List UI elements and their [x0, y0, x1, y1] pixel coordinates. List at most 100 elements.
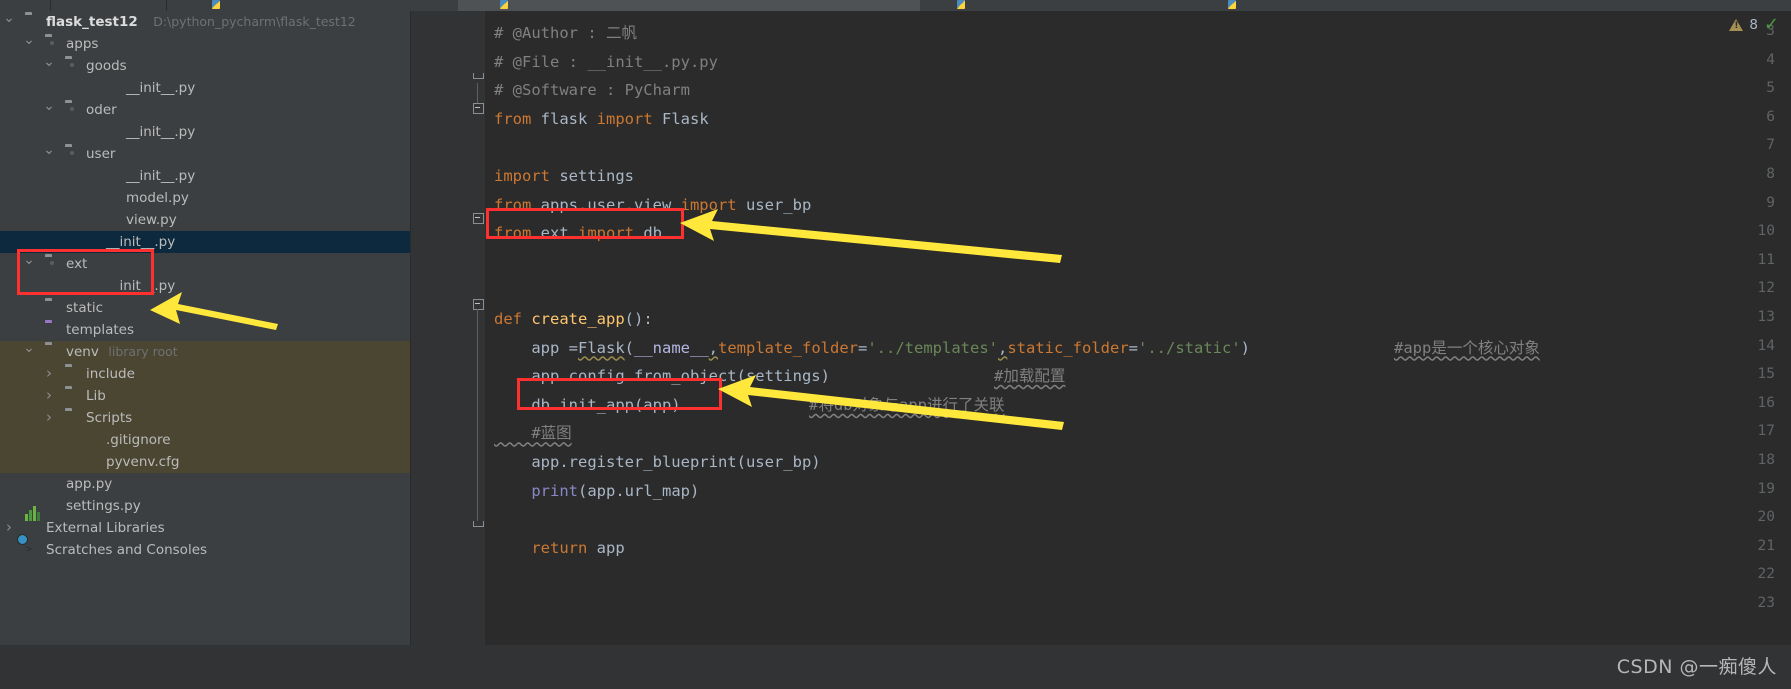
- editor-tab-strip: [0, 0, 1791, 13]
- python-file-icon: [957, 0, 965, 9]
- inspection-widget[interactable]: 8 ✓: [1729, 14, 1779, 35]
- tree-item--init-py[interactable]: __init__.py: [0, 165, 410, 187]
- tree-item-label: view.py: [126, 212, 177, 228]
- code-line[interactable]: # @Author : 二帆: [494, 23, 637, 43]
- tree-item-oder[interactable]: ⌄ oder: [0, 98, 410, 121]
- code-line[interactable]: from apps.user.view import user_bp: [494, 195, 811, 215]
- code-line[interactable]: app.register_blueprint(user_bp): [494, 452, 820, 472]
- tree-item-sublabel: library root: [108, 344, 178, 359]
- code-line[interactable]: print(app.url_map): [494, 481, 699, 501]
- tree-item-ext[interactable]: ⌄ ext: [0, 252, 410, 275]
- code-line[interactable]: return app: [494, 538, 625, 558]
- tree-item-include[interactable]: › include: [0, 363, 410, 385]
- tree-item-label: __init__.py: [126, 124, 196, 140]
- code-token: =: [858, 338, 868, 357]
- line-number: 13: [1757, 309, 1775, 325]
- tree-item-scripts[interactable]: › Scripts: [0, 407, 410, 429]
- fold-marker-end-icon[interactable]: [473, 73, 484, 79]
- chevron-down-icon[interactable]: ⌄: [22, 249, 36, 271]
- trailing-comment: #将db对象与app进行了关联: [809, 395, 1005, 414]
- tree-item-model-py[interactable]: model.py: [0, 187, 410, 209]
- chevron-down-icon[interactable]: ⌄: [42, 95, 56, 117]
- python-file-icon: [500, 0, 508, 9]
- tree-item-label: ext: [66, 256, 88, 272]
- code-line[interactable]: #蓝图: [494, 423, 572, 443]
- line-number: 11: [1757, 251, 1775, 268]
- tree-item-label: goods: [86, 58, 127, 74]
- code-token: template_folder: [718, 338, 858, 357]
- chevron-down-icon[interactable]: ⌄: [22, 337, 36, 359]
- chevron-right-icon[interactable]: ›: [2, 516, 16, 538]
- fold-marker-end-icon[interactable]: [473, 521, 484, 527]
- tree-item--init-py[interactable]: __init__.py: [0, 121, 410, 143]
- tree-item-label: oder: [86, 102, 117, 118]
- tree-item-scratches-and-consoles[interactable]: Scratches and Consoles: [0, 539, 410, 561]
- code-token: (: [624, 338, 635, 357]
- line-number: 6: [1766, 108, 1775, 125]
- code-line[interactable]: # @File : __init__.py.py: [494, 52, 718, 72]
- tree-item-label: apps: [66, 36, 99, 52]
- tree-item-pyvenv-cfg[interactable]: pyvenv.cfg: [0, 451, 410, 473]
- code-token: '../static': [1138, 338, 1241, 357]
- code-token: app: [587, 538, 625, 557]
- code-token: =: [1128, 338, 1139, 357]
- tree-item-external-libraries[interactable]: › External Libraries: [0, 506, 410, 539]
- chevron-down-icon[interactable]: ⌄: [42, 139, 56, 161]
- line-number: 17: [1757, 423, 1775, 440]
- chevron-down-icon[interactable]: ⌄: [2, 11, 16, 29]
- code-line[interactable]: # @Software : PyCharm: [494, 80, 690, 100]
- code-token: db.init_app(app): [494, 395, 681, 414]
- chevron-right-icon[interactable]: ›: [42, 384, 56, 406]
- code-folding-column[interactable]: [471, 11, 484, 689]
- fold-marker-collapse-icon[interactable]: [473, 213, 484, 224]
- tree-item-goods[interactable]: ⌄ goods: [0, 54, 410, 77]
- code-token: flask: [531, 109, 597, 128]
- code-token: import: [578, 224, 634, 243]
- code-line[interactable]: from flask import Flask: [494, 109, 709, 129]
- tree-item-label: __init__.py: [126, 168, 196, 184]
- code-line[interactable]: import settings: [494, 166, 634, 186]
- tree-item-view-py[interactable]: view.py: [0, 209, 410, 231]
- code-token: from: [494, 224, 532, 243]
- code-line[interactable]: app.config.from_object(settings): [494, 366, 830, 386]
- code-line[interactable]: app =Flask(__name__,template_folder='../…: [494, 338, 1250, 358]
- chevron-right-icon[interactable]: ›: [42, 406, 56, 428]
- tree-item-sublabel: D:\python_pycharm\flask_test12: [153, 14, 356, 29]
- chevron-down-icon[interactable]: ⌄: [42, 51, 56, 73]
- tree-item-static[interactable]: static: [0, 297, 410, 319]
- tree-item--init-py[interactable]: __init__.py: [0, 77, 410, 99]
- checkmark-icon: ✓: [1763, 14, 1779, 35]
- code-line[interactable]: from ext import db: [494, 223, 662, 243]
- code-token: #蓝图: [494, 424, 572, 443]
- code-line[interactable]: db.init_app(app): [494, 395, 681, 415]
- tree-item-user[interactable]: ⌄ user: [0, 142, 410, 165]
- tree-item-templates[interactable]: templates: [0, 319, 410, 341]
- tree-item-label: Scratches and Consoles: [46, 542, 208, 558]
- tree-item-app-py[interactable]: app.py: [0, 473, 410, 495]
- code-token: # @File : __init__.py.py: [494, 52, 718, 71]
- tree-item-label: __init__.py: [106, 234, 176, 250]
- code-token: static_folder: [1007, 338, 1129, 357]
- code-editor[interactable]: 3 4 5 6 7 8 9 10 11 12 13 14 15 16 17 18 19 20 21 22 23 # @A…: [411, 11, 1791, 689]
- line-number: 15: [1757, 366, 1775, 383]
- chevron-down-icon[interactable]: ⌄: [22, 29, 36, 51]
- tree-item-label: Scripts: [86, 410, 133, 426]
- tree-item-venv[interactable]: ⌄ venv library root: [0, 340, 410, 363]
- tree-item--gitignore[interactable]: .gitignore: [0, 429, 410, 451]
- code-token: import: [680, 195, 737, 214]
- tree-item-label: .gitignore: [106, 432, 171, 448]
- code-line[interactable]: def create_app():: [494, 309, 653, 329]
- tree-item-flask-test12[interactable]: ⌄ flask_test12 D:\python_pycharm\flask_tes…: [0, 11, 410, 33]
- tree-item--init-py[interactable]: __init__.py: [0, 231, 410, 253]
- tree-item-settings-py[interactable]: settings.py: [0, 495, 410, 517]
- tree-item-label: model.py: [126, 190, 189, 206]
- chevron-right-icon[interactable]: ›: [42, 362, 56, 384]
- tree-item--init-py[interactable]: __init__.py: [0, 275, 410, 297]
- fold-marker-collapse-icon[interactable]: [473, 103, 484, 114]
- project-tree[interactable]: ⌄ flask_test12 D:\python_pycharm\flask_tes…: [0, 11, 410, 561]
- tree-item-lib[interactable]: › Lib: [0, 385, 410, 407]
- project-tool-window[interactable]: ⌄ flask_test12 D:\python_pycharm\flask_tes…: [0, 11, 410, 689]
- fold-marker-collapse-icon[interactable]: [473, 299, 484, 310]
- editor-tab-inactive-1[interactable]: [167, 0, 457, 11]
- tree-item-apps[interactable]: ⌄ apps: [0, 32, 410, 55]
